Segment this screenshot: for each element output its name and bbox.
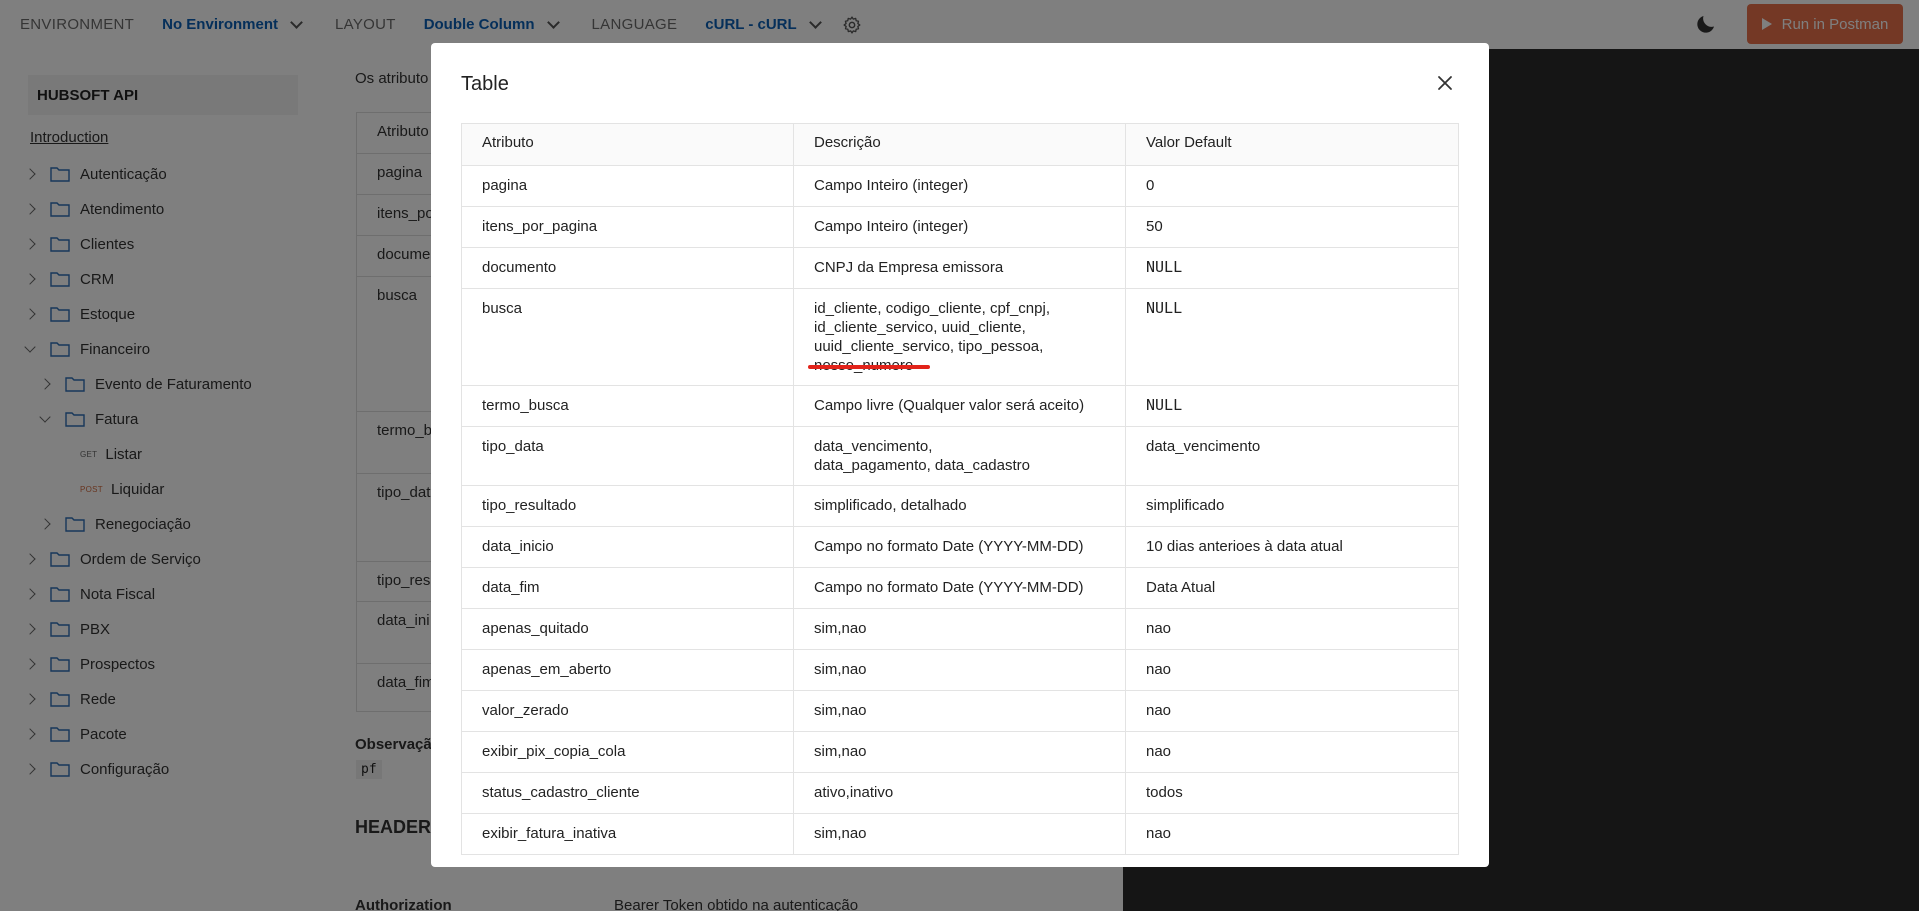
close-icon[interactable] bbox=[1433, 71, 1457, 95]
table-cell: Campo no formato Date (YYYY-MM-DD) bbox=[793, 526, 1126, 568]
table-cell: apenas_quitado bbox=[461, 608, 794, 650]
table-cell: status_cadastro_cliente bbox=[461, 772, 794, 814]
table-cell: documento bbox=[461, 247, 794, 289]
column-header: Atributo bbox=[461, 123, 794, 166]
table-cell: Campo Inteiro (integer) bbox=[793, 165, 1126, 207]
column-header: Descrição bbox=[793, 123, 1126, 166]
table-cell: NULL bbox=[1125, 385, 1459, 427]
table-cell: data_inicio bbox=[461, 526, 794, 568]
red-underline-annotation bbox=[808, 365, 930, 369]
table-row: apenas_em_aberto sim,nao nao bbox=[461, 649, 1459, 691]
table-cell: Data Atual bbox=[1125, 567, 1459, 609]
table-row: pagina Campo Inteiro (integer) 0 bbox=[461, 165, 1459, 207]
table-cell: simplificado bbox=[1125, 485, 1459, 527]
table-cell: Campo livre (Qualquer valor será aceito) bbox=[793, 385, 1126, 427]
table-row: tipo_resultado simplificado, detalhado sim… bbox=[461, 485, 1459, 527]
table-row: status_cadastro_cliente ativo,inativo todo… bbox=[461, 772, 1459, 814]
table-row: valor_zerado sim,nao nao bbox=[461, 690, 1459, 732]
table-cell: valor_zerado bbox=[461, 690, 794, 732]
table-cell: 50 bbox=[1125, 206, 1459, 248]
table-row: exibir_pix_copia_cola sim,nao nao bbox=[461, 731, 1459, 773]
table-cell: nao bbox=[1125, 690, 1459, 732]
table-cell: exibir_pix_copia_cola bbox=[461, 731, 794, 773]
table-cell: exibir_fatura_inativa bbox=[461, 813, 794, 855]
table-header-row: Atributo Descrição Valor Default bbox=[461, 123, 1459, 166]
table-cell: 0 bbox=[1125, 165, 1459, 207]
table-cell: tipo_resultado bbox=[461, 485, 794, 527]
table-row: busca id_cliente, codigo_cliente, cpf_cnp… bbox=[461, 288, 1459, 386]
table-row: termo_busca Campo livre (Qualquer valor s… bbox=[461, 385, 1459, 427]
table-cell: todos bbox=[1125, 772, 1459, 814]
table-cell: itens_por_pagina bbox=[461, 206, 794, 248]
table-cell: termo_busca bbox=[461, 385, 794, 427]
table-row: documento CNPJ da Empresa emissora NULL bbox=[461, 247, 1459, 289]
table-row: exibir_fatura_inativa sim,nao nao bbox=[461, 813, 1459, 855]
table-row: apenas_quitado sim,nao nao bbox=[461, 608, 1459, 650]
table-cell: Campo no formato Date (YYYY-MM-DD) bbox=[793, 567, 1126, 609]
table-cell: simplificado, detalhado bbox=[793, 485, 1126, 527]
table-row: tipo_data data_vencimento, data_pagamento… bbox=[461, 426, 1459, 486]
table-cell: nao bbox=[1125, 649, 1459, 691]
table-cell: sim,nao bbox=[793, 813, 1126, 855]
table-cell: NULL bbox=[1125, 288, 1459, 386]
table-row: data_fim Campo no formato Date (YYYY-MM-D… bbox=[461, 567, 1459, 609]
attributes-table-modal: Atributo Descrição Valor Default pagina C… bbox=[461, 123, 1459, 855]
column-header: Valor Default bbox=[1125, 123, 1459, 166]
table-modal: Table Atributo Descrição Valor Default p… bbox=[431, 43, 1489, 867]
table-cell: data_fim bbox=[461, 567, 794, 609]
table-cell: pagina bbox=[461, 165, 794, 207]
table-cell: apenas_em_aberto bbox=[461, 649, 794, 691]
table-cell: ativo,inativo bbox=[793, 772, 1126, 814]
table-cell: sim,nao bbox=[793, 608, 1126, 650]
table-cell: 10 dias anterioes à data atual bbox=[1125, 526, 1459, 568]
table-cell: data_vencimento, data_pagamento, data_ca… bbox=[793, 426, 1126, 486]
table-cell: nao bbox=[1125, 731, 1459, 773]
table-cell: CNPJ da Empresa emissora bbox=[793, 247, 1126, 289]
table-cell: sim,nao bbox=[793, 690, 1126, 732]
table-cell: id_cliente, codigo_cliente, cpf_cnpj, id… bbox=[793, 288, 1126, 386]
table-cell: tipo_data bbox=[461, 426, 794, 486]
table-cell: data_vencimento bbox=[1125, 426, 1459, 486]
table-cell: NULL bbox=[1125, 247, 1459, 289]
table-cell: sim,nao bbox=[793, 649, 1126, 691]
table-cell: sim,nao bbox=[793, 731, 1126, 773]
table-cell: Campo Inteiro (integer) bbox=[793, 206, 1126, 248]
table-row: data_inicio Campo no formato Date (YYYY-M… bbox=[461, 526, 1459, 568]
table-cell: nao bbox=[1125, 608, 1459, 650]
table-row: itens_por_pagina Campo Inteiro (integer) 5… bbox=[461, 206, 1459, 248]
table-cell: busca bbox=[461, 288, 794, 386]
modal-title: Table bbox=[461, 73, 509, 95]
table-cell: nao bbox=[1125, 813, 1459, 855]
